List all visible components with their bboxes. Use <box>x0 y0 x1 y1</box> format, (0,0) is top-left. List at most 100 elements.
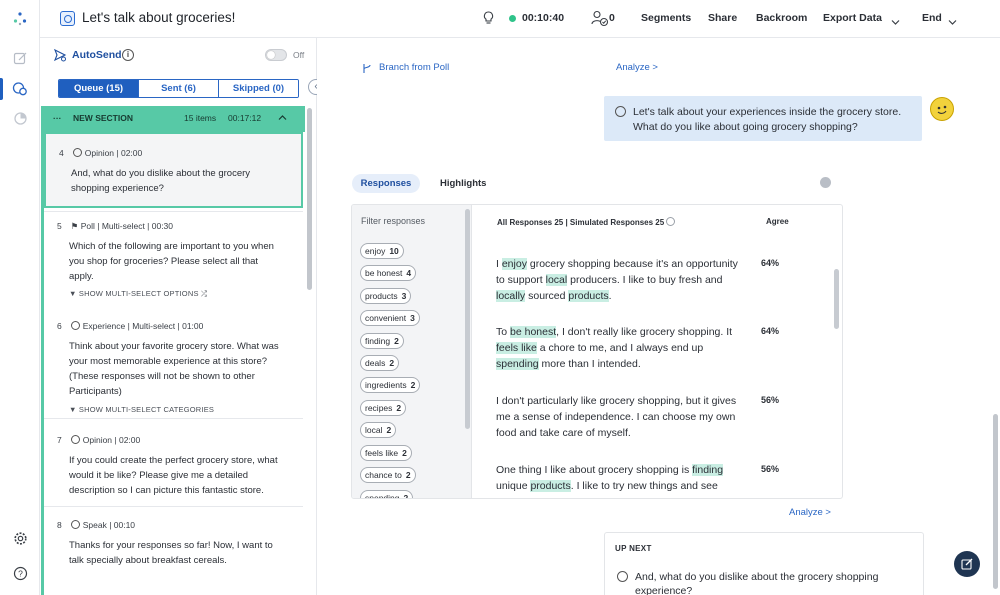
filter-chip[interactable]: deals 2 <box>360 355 400 371</box>
tab-highlights[interactable]: Highlights <box>440 178 486 189</box>
divider <box>44 418 303 419</box>
section-name: NEW SECTION <box>73 113 133 123</box>
section-header[interactable]: ··· NEW SECTION 15 items 00:17:12 <box>41 106 305 132</box>
response-text: I enjoy grocery shopping because it's an… <box>496 258 738 303</box>
queue-item[interactable]: 5 ⚑ Poll | Multi-select | 00:30 Which of … <box>44 210 303 310</box>
queue-item[interactable]: 6 Experience | Multi-select | 01:00 Think… <box>44 312 303 424</box>
opinion-icon <box>72 148 82 157</box>
section-duration: 00:17:12 <box>228 113 262 123</box>
experience-icon <box>70 321 80 330</box>
filter-chip[interactable]: finding 2 <box>360 333 404 349</box>
branch-from-poll-link[interactable]: Branch from Poll <box>379 62 449 73</box>
app-window: ? Let's talk about groceries! 00:10:40 0… <box>0 0 1000 595</box>
queue-item[interactable]: 7 Opinion | 02:00 If you could create the… <box>44 426 303 506</box>
opinion-icon <box>70 435 80 444</box>
filter-scrollbar[interactable] <box>465 209 470 429</box>
agree-value: 56% <box>761 464 780 474</box>
queue-tabs: Queue (15) Sent (6) Skipped (0) <box>58 79 299 98</box>
help-icon[interactable]: ? <box>10 563 30 583</box>
branch-icon <box>362 61 373 79</box>
main-scrollbar[interactable] <box>993 414 998 589</box>
queue-item-text: Which of the following are important to … <box>69 241 274 282</box>
show-categories-toggle[interactable]: ▼ SHOW MULTI-SELECT CATEGORIES <box>69 405 214 414</box>
segments-button[interactable]: Segments <box>641 12 691 24</box>
analyze-link[interactable]: Analyze > <box>789 507 831 518</box>
icon-rail: ? <box>0 0 40 595</box>
filter-title: Filter responses <box>361 216 426 226</box>
compose-button[interactable] <box>954 551 980 577</box>
tab-responses[interactable]: Responses <box>352 174 420 193</box>
queue-item-meta: 8 Speak | 00:10 <box>57 520 136 530</box>
check-circle-icon[interactable] <box>820 177 831 188</box>
responses-scrollbar[interactable] <box>834 269 839 329</box>
opinion-icon <box>617 571 628 582</box>
main-area: Branch from Poll Analyze > Let's talk ab… <box>317 38 1000 595</box>
info-icon[interactable]: i <box>122 49 134 61</box>
analytics-icon[interactable] <box>10 108 30 128</box>
conversation-type-icon <box>60 11 75 26</box>
filter-chip[interactable]: be honest 4 <box>360 265 417 281</box>
session-timer: 00:10:40 <box>522 12 565 24</box>
up-next-label: UP NEXT <box>615 544 652 553</box>
lightbulb-icon[interactable] <box>483 11 494 30</box>
top-bar: Let's talk about groceries! 00:10:40 0 S… <box>40 0 1000 38</box>
settings-gear-icon[interactable] <box>10 528 30 548</box>
shuffle-icon: ⤮ <box>200 289 208 298</box>
filter-chip[interactable]: ingredients 2 <box>360 377 421 393</box>
filter-chip[interactable]: convenient 3 <box>360 310 420 326</box>
agree-value: 64% <box>761 258 780 268</box>
conversation-icon[interactable] <box>10 79 30 99</box>
filter-column: Filter responses enjoy 10 be honest 4 prod… <box>352 205 472 498</box>
queue-item-current[interactable]: 4 Opinion | 02:00 And, what do you dislik… <box>44 132 303 208</box>
poll-flag-icon: ⚑ <box>70 221 81 231</box>
question-text: Let's talk about your experiences inside… <box>633 106 902 133</box>
queue-item-meta: 4 Opinion | 02:00 <box>59 148 143 158</box>
queue-item-text: And, what do you dislike about the groce… <box>71 168 251 194</box>
tab-queue[interactable]: Queue (15) <box>59 80 139 97</box>
opinion-icon <box>615 106 626 117</box>
show-options-toggle[interactable]: ▼ SHOW MULTI-SELECT OPTIONS ⤮ <box>69 289 207 299</box>
filter-chip[interactable]: recipes 2 <box>360 400 407 416</box>
filter-chip[interactable]: local 2 <box>360 422 397 438</box>
filter-chip[interactable]: products 3 <box>360 288 412 304</box>
speak-icon <box>70 520 80 529</box>
filter-chip[interactable]: enjoy 10 <box>360 243 404 259</box>
queue-scrollbar[interactable] <box>307 108 312 290</box>
moderator-avatar <box>930 97 954 121</box>
end-chevron-down-icon[interactable] <box>948 13 957 31</box>
chevron-up-icon[interactable] <box>278 113 287 123</box>
analyze-link[interactable]: Analyze > <box>616 62 658 73</box>
agree-value: 64% <box>761 326 780 336</box>
share-button[interactable]: Share <box>708 12 737 24</box>
end-button[interactable]: End <box>922 12 942 24</box>
chevron-down-icon[interactable] <box>891 13 900 31</box>
tab-sent[interactable]: Sent (6) <box>139 80 219 97</box>
divider <box>44 211 303 212</box>
filter-chip[interactable]: spending 2 <box>360 490 414 498</box>
queue-item[interactable]: 8 Speak | 00:10 Thanks for your responses… <box>44 510 303 580</box>
backroom-button[interactable]: Backroom <box>756 12 807 24</box>
filter-chip[interactable]: feels like 2 <box>360 445 412 461</box>
response-text: I don't particularly like grocery shoppi… <box>496 395 737 440</box>
queue-panel: AutoSend i Off Queue (15) Sent (6) Skipp… <box>40 38 324 595</box>
up-next-card: UP NEXT And, what do you dislike about t… <box>604 532 924 595</box>
autosend-label: AutoSend <box>72 49 122 61</box>
participants-icon[interactable] <box>591 10 609 32</box>
section-menu-icon[interactable]: ··· <box>53 113 62 123</box>
response-text: One thing I like about grocery shopping … <box>496 464 724 493</box>
tab-skipped[interactable]: Skipped (0) <box>219 80 298 97</box>
autosend-toggle[interactable] <box>265 49 287 61</box>
up-next-text: And, what do you dislike about the groce… <box>635 571 879 595</box>
filter-chip[interactable]: chance to 2 <box>360 467 416 483</box>
export-data-button[interactable]: Export Data <box>823 12 882 24</box>
toggle-state-label: Off <box>293 50 305 60</box>
app-logo-icon[interactable] <box>10 9 30 29</box>
response-text: To be honest, I don't really like grocer… <box>496 326 733 371</box>
edit-icon[interactable] <box>10 48 30 68</box>
queue-item-text: Think about your favorite grocery store.… <box>69 341 279 397</box>
participants-count: 0 <box>609 12 615 24</box>
conversation-title[interactable]: Let's talk about groceries! <box>82 10 235 25</box>
responses-header: All Responses 25 | Simulated Responses 2… <box>497 217 676 227</box>
queue-item-meta: 7 Opinion | 02:00 <box>57 435 141 445</box>
divider <box>44 506 303 507</box>
